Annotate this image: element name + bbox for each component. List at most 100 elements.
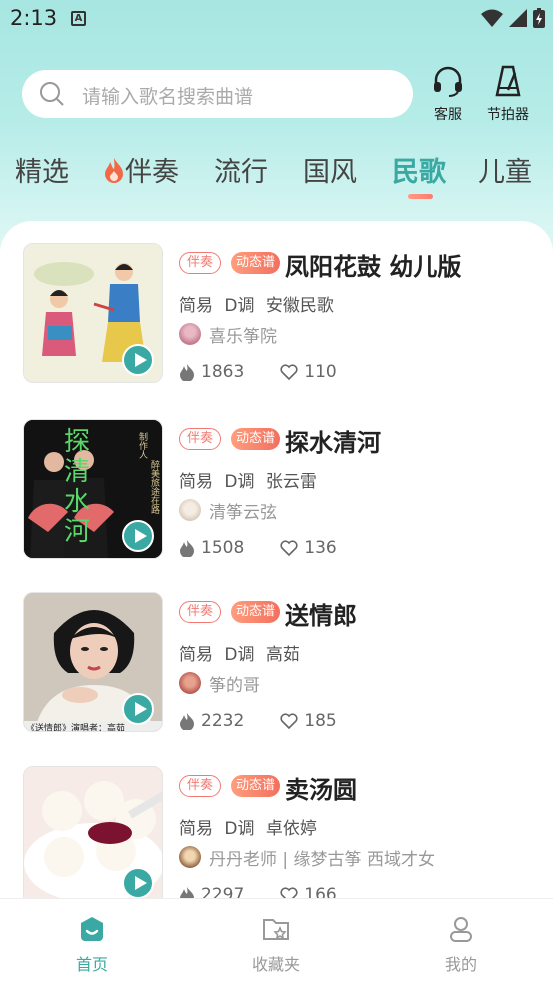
notification-icon: A: [71, 11, 86, 26]
tab-pop[interactable]: 流行: [214, 150, 268, 189]
metronome-icon: [495, 65, 521, 97]
play-count: 2232: [201, 711, 245, 731]
avatar: [179, 846, 201, 868]
heart-icon[interactable]: [280, 713, 298, 729]
notation-type: 简易: [179, 472, 213, 492]
song-title: 探水清河: [285, 429, 381, 457]
song-list: 伴奏 动态谱 凤阳花鼓 幼儿版 简易 D调 安徽民歌 喜乐筝院 1863 110…: [0, 221, 553, 901]
headset-icon: [434, 66, 462, 97]
tab-accompaniment[interactable]: 伴奏: [103, 150, 179, 189]
avatar: [179, 672, 201, 694]
battery-icon: [533, 8, 545, 28]
notation-type: 简易: [179, 819, 213, 839]
nav-home-label: 首页: [75, 955, 108, 974]
play-button[interactable]: [122, 520, 154, 552]
metronome-label: 节拍器: [487, 107, 529, 123]
tab-folk[interactable]: 民歌: [392, 150, 446, 189]
author: 喜乐筝院: [179, 322, 277, 347]
song-artist: 卓依婷: [265, 819, 317, 839]
tab-featured[interactable]: 精选: [15, 150, 69, 189]
flame-icon: [180, 540, 194, 557]
flame-icon: [105, 158, 123, 183]
nav-profile[interactable]: 我的: [411, 915, 511, 975]
cover-text: 制作人: [137, 431, 148, 459]
song-cover: 探 清 水 河 制作人 醉美旅途在路: [23, 419, 163, 559]
play-count: 1508: [201, 538, 245, 558]
nav-favorites-label: 收藏夹: [251, 955, 300, 974]
song-key: D调: [224, 645, 255, 665]
nav-home[interactable]: 首页: [42, 915, 142, 975]
notation-type: 简易: [179, 296, 213, 316]
cover-text: 河: [64, 517, 90, 547]
avatar: [179, 323, 201, 345]
search-icon: [40, 82, 64, 106]
heart-icon[interactable]: [280, 364, 298, 380]
like-count: 110: [304, 362, 337, 382]
song-meta: 简易 D调 高茹: [179, 640, 300, 665]
home-icon: [81, 917, 103, 941]
play-button[interactable]: [122, 344, 154, 376]
user-icon: [450, 917, 472, 942]
author: 丹丹老师 | 缘梦古筝 西域才女: [179, 845, 435, 870]
song-meta: 简易 D调 张云雷: [179, 467, 317, 492]
cover-text: 清: [64, 457, 90, 487]
like-count: 136: [304, 538, 337, 558]
list-item[interactable]: 《送情郎》演唱者：高茹 伴奏 动态谱 送情郎 简易 D调 高茹 筝的哥 2232…: [0, 570, 553, 732]
author: 清筝云弦: [179, 498, 277, 523]
customer-service-label: 客服: [434, 107, 462, 123]
song-cover: [23, 766, 163, 901]
song-key: D调: [224, 296, 255, 316]
status-time: 2:13: [10, 6, 58, 30]
active-tab-indicator: [408, 194, 433, 199]
song-stats: 1508 136: [179, 538, 337, 558]
accompaniment-badge: 伴奏: [179, 428, 222, 450]
accompaniment-badge: 伴奏: [179, 601, 222, 623]
avatar: [179, 499, 201, 521]
song-stats: 2232 185: [179, 711, 337, 731]
category-tabs: 精选 伴奏 流行 国风 民歌 儿童: [0, 150, 553, 200]
tab-children[interactable]: 儿童: [478, 150, 532, 189]
like-count: 185: [304, 711, 337, 731]
song-artist: 安徽民歌: [265, 296, 334, 316]
author-name: 丹丹老师 | 缘梦古筝 西域才女: [209, 849, 435, 870]
song-key: D调: [224, 472, 255, 492]
list-item[interactable]: 伴奏 动态谱 卖汤圆 简易 D调 卓依婷 丹丹老师 | 缘梦古筝 西域才女 22…: [0, 744, 553, 901]
dynamic-score-badge: 动态谱: [231, 775, 281, 797]
flame-icon: [180, 713, 194, 730]
search-placeholder: 请输入歌名搜索曲谱: [82, 86, 254, 108]
tab-accompaniment-label: 伴奏: [125, 157, 179, 188]
dynamic-score-badge: 动态谱: [231, 428, 281, 450]
play-button[interactable]: [122, 693, 154, 725]
cover-text: 探: [64, 427, 90, 457]
author: 筝的哥: [179, 671, 260, 696]
status-bar: 2:13 A: [0, 0, 553, 38]
flame-icon: [180, 364, 194, 381]
song-title: 卖汤圆: [285, 776, 357, 804]
song-artist: 高茹: [265, 645, 300, 665]
song-title: 凤阳花鼓 幼儿版: [285, 253, 462, 281]
signal-icon: [509, 9, 527, 27]
author-name: 清筝云弦: [209, 502, 277, 523]
dynamic-score-badge: 动态谱: [231, 252, 281, 274]
folder-star-icon: [263, 919, 289, 940]
tab-guofeng[interactable]: 国风: [303, 150, 357, 189]
search-input[interactable]: 请输入歌名搜索曲谱: [22, 70, 413, 118]
play-button[interactable]: [122, 867, 154, 899]
song-meta: 简易 D调 卓依婷: [179, 814, 317, 839]
accompaniment-badge: 伴奏: [179, 775, 222, 797]
list-item[interactable]: 探 清 水 河 制作人 醉美旅途在路 伴奏 动态谱 探水清河 简易 D调 张云雷…: [0, 397, 553, 559]
dynamic-score-badge: 动态谱: [231, 601, 281, 623]
notation-type: 简易: [179, 645, 213, 665]
bottom-nav: 首页 收藏夹 我的: [0, 898, 553, 984]
nav-profile-label: 我的: [444, 955, 477, 974]
list-item[interactable]: 伴奏 动态谱 凤阳花鼓 幼儿版 简易 D调 安徽民歌 喜乐筝院 1863 110: [0, 221, 553, 383]
song-title: 送情郎: [285, 602, 357, 630]
customer-service-button[interactable]: 客服: [418, 64, 478, 124]
song-cover: 《送情郎》演唱者：高茹: [23, 592, 163, 732]
metronome-button[interactable]: 节拍器: [478, 64, 538, 124]
nav-favorites[interactable]: 收藏夹: [226, 915, 326, 975]
heart-icon[interactable]: [280, 540, 298, 556]
wifi-icon: [481, 9, 503, 27]
play-count: 1863: [201, 362, 245, 382]
cover-text: 水: [64, 487, 90, 517]
